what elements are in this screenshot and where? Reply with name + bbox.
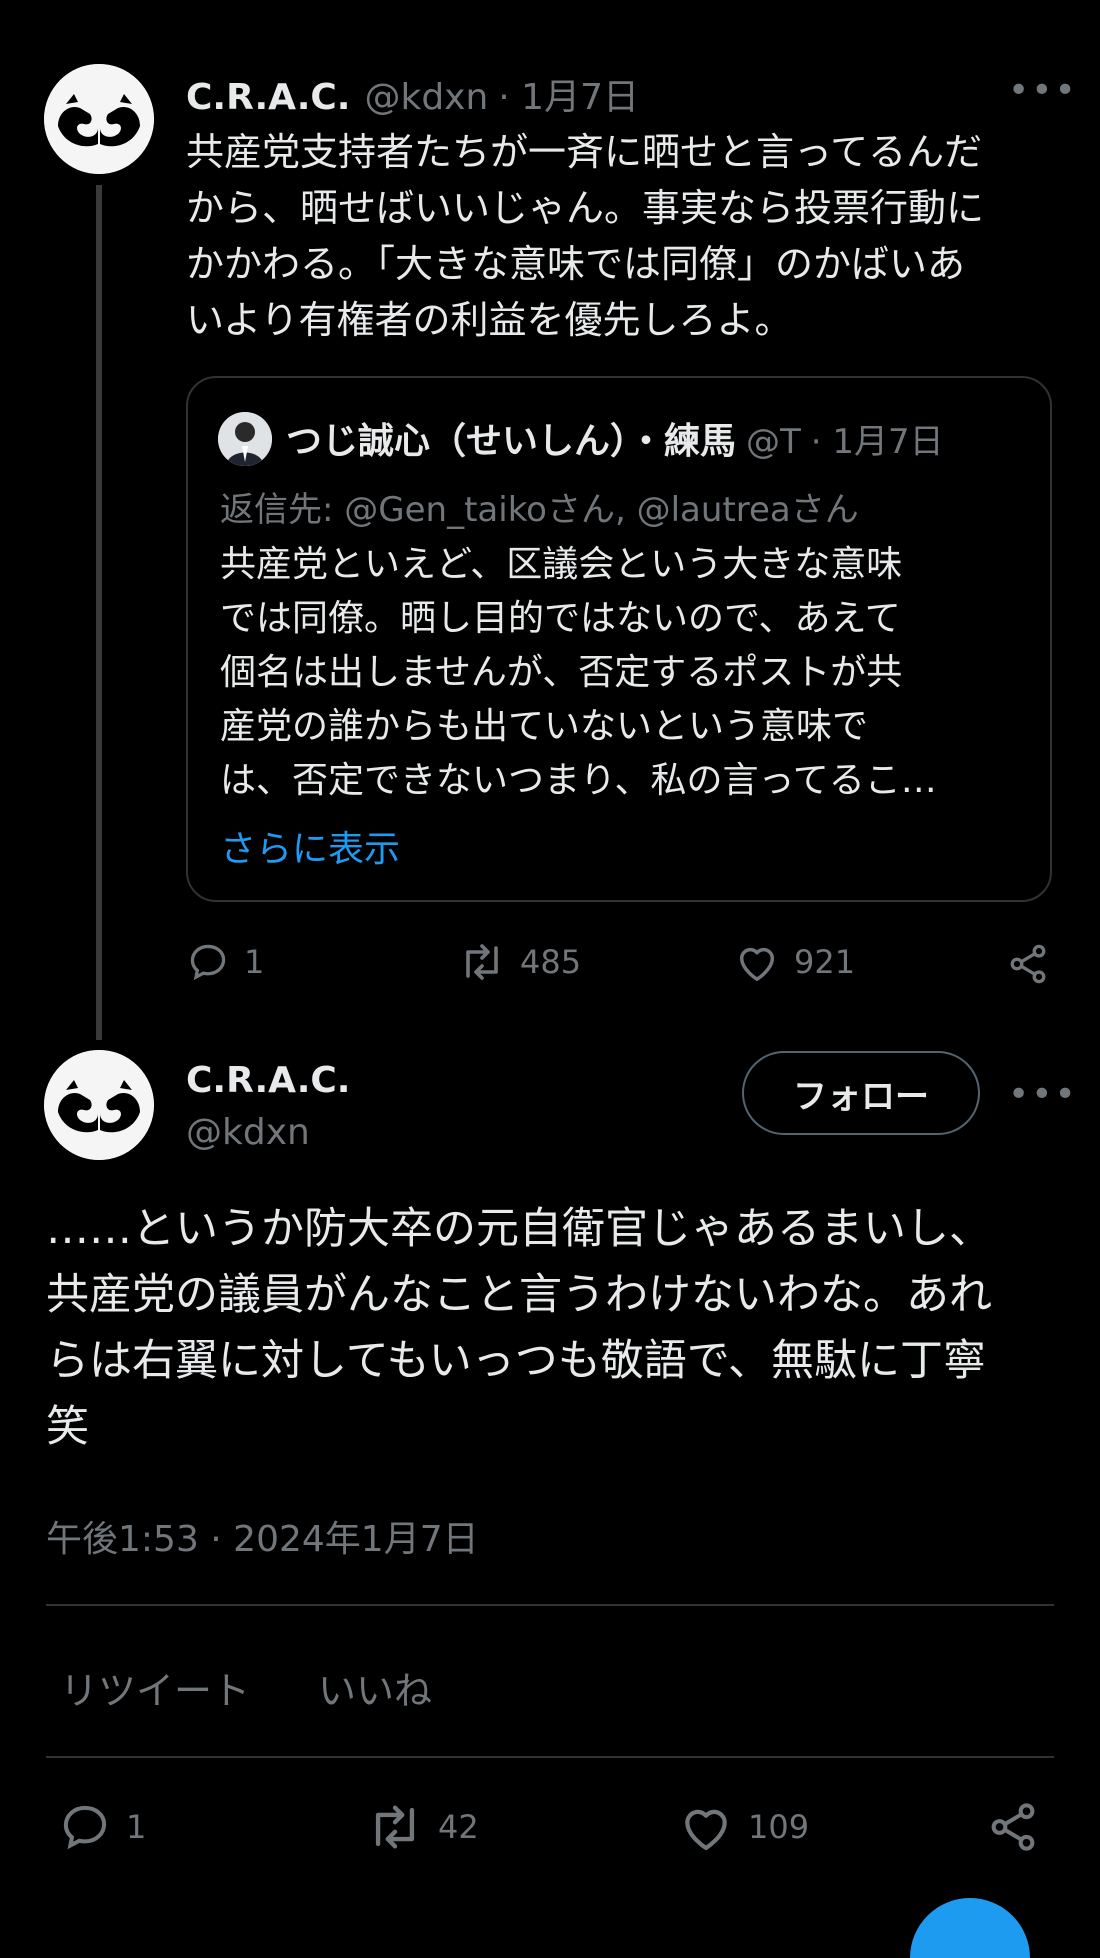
person-photo-icon (218, 412, 272, 466)
main-author-avatar[interactable] (44, 1050, 154, 1160)
reply-suffix-2: さん (790, 490, 859, 530)
quote-header: つじ誠心（せいしん）・練馬 @T · 1月7日 (286, 412, 944, 464)
main-more-options-icon[interactable]: ••• (1008, 1074, 1078, 1115)
first-tweet-text: 共産党支持者たちが一斉に晒せと言ってるんだ から、晒せばいいじゃん。事実なら投票… (186, 130, 985, 342)
divider-top (46, 1604, 1054, 1606)
heart-icon (739, 947, 775, 981)
retweet-icon (466, 944, 498, 980)
main-retweet-button[interactable]: 42 (366, 1800, 479, 1854)
main-tweet-timestamp[interactable]: 午後1:53 · 2024年1月7日 (46, 1510, 479, 1562)
reply-to-line: 返信先: @Gen_taikoさん, @lautreaさん (220, 482, 859, 531)
share-button[interactable] (1006, 942, 1050, 990)
author-avatar[interactable] (44, 64, 154, 174)
retweet-icon (375, 1805, 415, 1849)
quoted-tweet-card[interactable]: つじ誠心（せいしん）・練馬 @T · 1月7日 返信先: @Gen_taikoさ… (186, 376, 1052, 902)
heart-icon (685, 1809, 727, 1851)
quote-author-name[interactable]: つじ誠心（せいしん）・練馬 (286, 412, 736, 464)
reply-user-1[interactable]: @Gen_taiko (344, 490, 547, 530)
first-tweet-header: C.R.A.C. @kdxn · 1月7日 (186, 68, 639, 120)
compose-fab-button[interactable] (910, 1898, 1030, 1958)
more-options-icon[interactable]: ••• (1008, 70, 1078, 111)
main-like-count: 109 (748, 1808, 810, 1846)
reply-icon (63, 1805, 107, 1850)
divider-bottom (46, 1756, 1054, 1758)
reply-suffix-1: さん, (546, 490, 637, 530)
main-like-button[interactable]: 109 (678, 1800, 809, 1854)
thread-connector-line (96, 185, 102, 1040)
main-author-name[interactable]: C.R.A.C. (186, 1060, 350, 1101)
share-icon (1010, 944, 1046, 984)
reply-icon (190, 944, 226, 981)
like-count: 921 (794, 943, 856, 981)
like-button[interactable]: 921 (734, 940, 855, 984)
share-icon (991, 1803, 1035, 1851)
main-reply-count: 1 (126, 1808, 147, 1846)
main-retweet-count: 42 (438, 1808, 479, 1846)
reply-prefix: 返信先: (220, 490, 345, 530)
tab-retweets[interactable]: リツイート (60, 1660, 250, 1715)
main-reply-button[interactable]: 1 (58, 1800, 146, 1854)
quote-avatar[interactable] (218, 412, 272, 466)
main-tweet-text: ……というか防大卒の元自衛官じゃあるまいし、 共産党の議員がんなこと言うわけない… (46, 1204, 992, 1452)
reply-count: 1 (244, 943, 265, 981)
show-more-link[interactable]: さらに表示 (220, 820, 400, 872)
retweet-count: 485 (520, 943, 582, 981)
retweet-button[interactable]: 485 (458, 940, 581, 984)
author-name[interactable]: C.R.A.C. (186, 77, 350, 118)
tab-likes[interactable]: いいね (318, 1660, 432, 1715)
reply-user-2[interactable]: @lautrea (637, 490, 791, 530)
main-author-handle[interactable]: @kdxn (186, 1112, 310, 1153)
reply-button[interactable]: 1 (186, 940, 264, 984)
quote-author-handle[interactable]: @T (746, 422, 801, 462)
tweet-date[interactable]: · 1月7日 (498, 68, 639, 120)
follow-button[interactable]: フォロー (742, 1051, 980, 1135)
author-handle[interactable]: @kdxn (364, 77, 488, 118)
hands-logo-icon (44, 1050, 154, 1160)
quote-date[interactable]: · 1月7日 (811, 414, 944, 463)
main-share-button[interactable] (986, 1800, 1040, 1858)
quote-text: 共産党といえど、区議会という大きな意味 では同僚。晒し目的ではないので、あえて … (220, 544, 937, 801)
hands-logo-icon (44, 64, 154, 174)
